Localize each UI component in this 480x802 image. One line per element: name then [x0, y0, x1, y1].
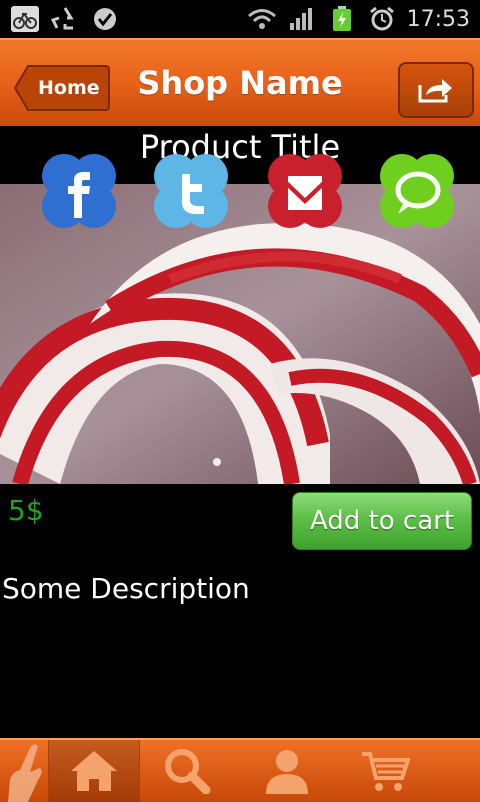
cart-icon[interactable]: [340, 740, 430, 802]
share-icon: [418, 79, 452, 103]
product-price: 5$: [8, 494, 44, 527]
message-icon[interactable]: [372, 152, 462, 232]
twitter-icon[interactable]: [146, 152, 236, 232]
bottom-nav: [0, 738, 480, 802]
wifi-icon: [247, 6, 277, 32]
profile-icon[interactable]: [242, 740, 332, 802]
search-icon[interactable]: [142, 740, 232, 802]
add-to-cart-button[interactable]: Add to cart: [292, 492, 472, 550]
share-button[interactable]: [398, 62, 474, 118]
home-icon[interactable]: [48, 740, 140, 802]
app-header: Home Shop Name: [0, 38, 480, 126]
bike-notification-icon: [10, 6, 40, 32]
recycle-icon: [50, 6, 80, 32]
signal-icon: [287, 6, 317, 32]
battery-charging-icon: [327, 6, 357, 32]
gmail-icon[interactable]: [260, 152, 350, 232]
check-badge-icon: [90, 6, 120, 32]
social-share-row: [0, 152, 480, 236]
product-description: Some Description: [2, 572, 250, 605]
facebook-icon[interactable]: [34, 152, 124, 232]
status-bar: 17:53: [0, 0, 480, 38]
hand-pointer-icon: [0, 740, 48, 802]
alarm-icon: [367, 6, 397, 32]
status-time: 17:53: [406, 6, 470, 32]
